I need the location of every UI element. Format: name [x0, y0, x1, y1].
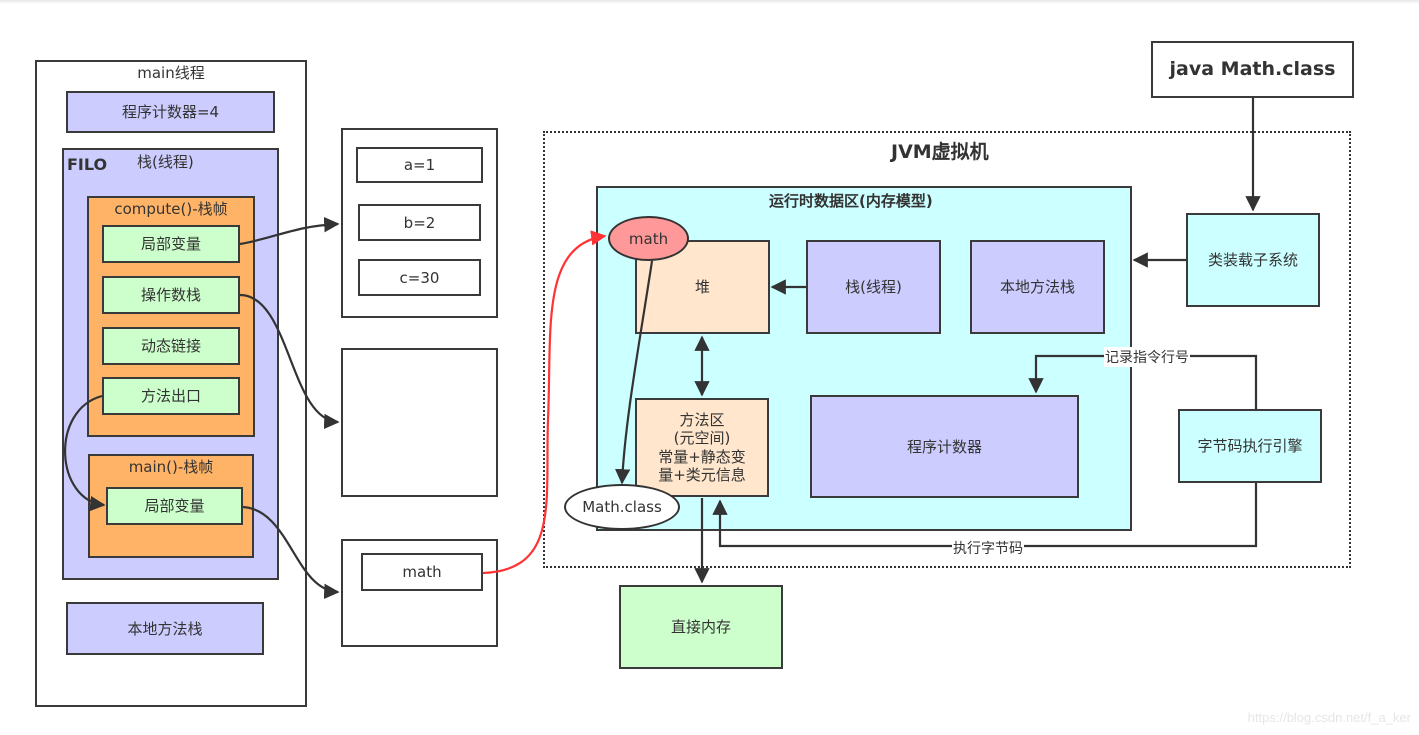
var-c: c=30: [358, 259, 481, 296]
math-reference-label: math: [402, 563, 442, 581]
method-area-line: 量+类元信息: [658, 465, 746, 484]
main-thread-title: main线程: [137, 64, 205, 82]
edge-label-exec-bytecode: 执行字节码: [952, 538, 1024, 558]
main-local-variables-label: 局部变量: [144, 497, 205, 515]
math-class-object: Math.class: [564, 484, 680, 530]
compute-return-address-label: 方法出口: [140, 387, 201, 405]
main-local-variables: 局部变量: [106, 487, 243, 525]
math-reference: math: [361, 553, 483, 591]
runtime-data-area-title: 运行时数据区(内存模型): [769, 192, 933, 210]
var-a-label: a=1: [403, 156, 436, 174]
jvm-thread-stack: 栈(线程): [806, 240, 941, 334]
main-program-counter-label: 程序计数器=4: [121, 103, 220, 121]
compute-return-address: 方法出口: [102, 377, 240, 415]
main-program-counter: 程序计数器=4: [66, 91, 275, 133]
jvm-native-method-stack: 本地方法栈: [970, 240, 1105, 334]
var-b-label: b=2: [403, 213, 436, 232]
compute-frame-title: compute()-栈帧: [114, 200, 228, 218]
jvm-title: JVM虚拟机: [891, 141, 989, 163]
source-class-file: java Math.class: [1151, 41, 1354, 98]
class-loader-subsystem-label: 类装载子系统: [1207, 251, 1298, 269]
compute-local-variables-label: 局部变量: [140, 235, 201, 253]
method-area-line: (元空间): [673, 429, 731, 448]
watermark: https://blog.csdn.net/f_a_ker: [1247, 710, 1411, 725]
heap-label: 堆: [694, 278, 710, 296]
var-a: a=1: [356, 147, 483, 183]
jvm-program-counter: 程序计数器: [810, 395, 1079, 498]
var-b: b=2: [358, 204, 481, 241]
compute-operand-stack-label: 操作数栈: [140, 286, 201, 304]
heap-math-object: math: [608, 216, 689, 261]
method-area-line: 方法区: [679, 410, 725, 429]
filo-label: FILO: [67, 155, 108, 174]
main-frame-title: main()-栈帧: [128, 458, 214, 476]
jvm-native-method-stack-label: 本地方法栈: [999, 278, 1075, 296]
operand-stack-container: [341, 348, 498, 497]
compute-local-variables: 局部变量: [102, 225, 240, 263]
method-area-line: 常量+静态变: [658, 447, 746, 466]
bytecode-execution-engine-label: 字节码执行引擎: [1197, 437, 1303, 455]
thread-stack-title: 栈(线程): [137, 153, 194, 171]
direct-memory: 直接内存: [619, 585, 783, 669]
main-native-method-stack: 本地方法栈: [66, 602, 264, 655]
compute-operand-stack: 操作数栈: [102, 276, 240, 314]
direct-memory-label: 直接内存: [670, 618, 731, 636]
top-bar: [0, 0, 1419, 4]
compute-dynamic-linking-label: 动态链接: [140, 337, 201, 355]
heap-math-object-label: math: [628, 229, 669, 248]
jvm-thread-stack-label: 栈(线程): [845, 278, 902, 296]
compute-dynamic-linking: 动态链接: [102, 327, 240, 365]
source-class-file-label: java Math.class: [1169, 58, 1336, 81]
jvm-program-counter-label: 程序计数器: [906, 437, 982, 456]
edge-label-record-line: 记录指令行号: [1104, 347, 1190, 367]
method-area: 方法区 (元空间) 常量+静态变 量+类元信息: [635, 398, 769, 497]
math-class-object-label: Math.class: [582, 498, 662, 516]
class-loader-subsystem: 类装载子系统: [1186, 213, 1320, 307]
var-c-label: c=30: [399, 268, 440, 287]
main-native-method-stack-label: 本地方法栈: [127, 619, 203, 638]
bytecode-execution-engine: 字节码执行引擎: [1178, 409, 1322, 483]
